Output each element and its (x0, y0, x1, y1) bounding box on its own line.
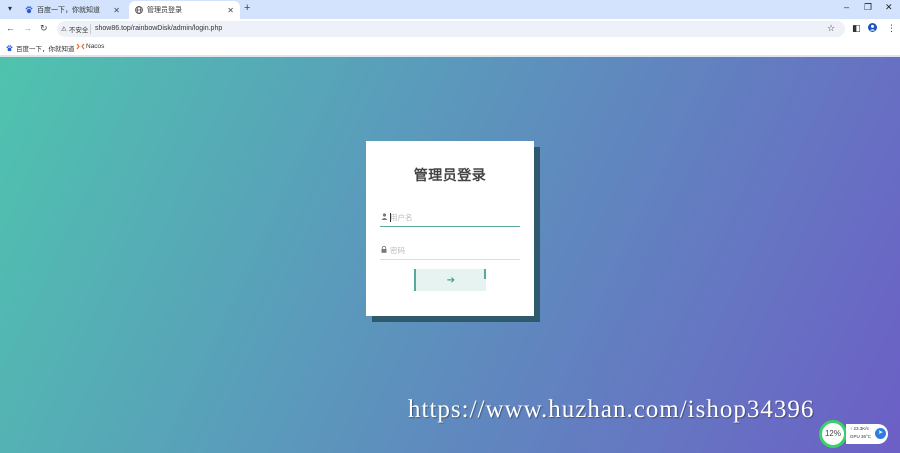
tab-admin-login[interactable]: 管理员登录 ✕ (129, 1, 240, 19)
baidu-paw-icon (6, 44, 13, 52)
restore-icon[interactable]: ❐ (864, 2, 872, 13)
warning-triangle-icon: ⚠ (61, 26, 67, 33)
user-icon (381, 213, 388, 222)
divider (90, 24, 91, 34)
security-indicator[interactable]: ⚠ 不安全 (61, 24, 88, 34)
bookmark-nacos[interactable]: Nacos (76, 43, 104, 50)
arrow-right-icon: ➔ (446, 274, 456, 286)
url-text[interactable]: show86.top/rainbowDisk/admin/login.php (95, 25, 222, 32)
nacos-logo-icon (76, 43, 85, 50)
menu-kebab-icon[interactable]: ⋮ (887, 23, 896, 34)
login-submit-button[interactable]: ➔ (414, 269, 486, 291)
close-window-icon[interactable]: ✕ (885, 2, 893, 13)
bookmarks-bar: 百度一下，你就知道 Nacos (0, 39, 900, 56)
close-icon[interactable]: ✕ (113, 6, 120, 15)
tab-search-button[interactable]: ▾ (4, 3, 16, 15)
minimize-icon[interactable]: – (844, 2, 849, 12)
username-input[interactable] (390, 210, 518, 225)
tab-title: 百度一下，你就知道 (37, 7, 100, 14)
reload-icon[interactable]: ↻ (40, 23, 48, 34)
page-background: 管理员登录 ➔ (0, 57, 900, 453)
monitor-panel[interactable]: ↑ 23.3K/s GPU 36°C ➤ (846, 424, 888, 444)
watermark-text: https://www.huzhan.com/ishop34396 (408, 396, 815, 423)
new-tab-button[interactable]: + (244, 2, 250, 14)
login-card: 管理员登录 ➔ (366, 141, 534, 316)
side-panel-icon[interactable]: ◧ (852, 23, 861, 34)
tab-baidu[interactable]: 百度一下，你就知道 ✕ (19, 1, 126, 19)
password-field (380, 242, 520, 260)
tab-title: 管理员登录 (147, 7, 182, 14)
network-speed: ↑ 23.3K/s (850, 426, 869, 431)
rocket-icon: ➤ (875, 428, 886, 439)
text-caret (390, 213, 391, 222)
security-label: 不安全 (68, 27, 89, 34)
baidu-paw-icon (25, 6, 33, 14)
bookmark-star-icon[interactable]: ☆ (827, 23, 835, 34)
back-arrow-icon[interactable]: ← (6, 23, 15, 33)
page-title: 管理员登录 (413, 167, 487, 183)
username-field (380, 209, 520, 227)
button-accent-bar (484, 269, 486, 279)
lock-icon (381, 245, 387, 255)
bookmark-label: 百度一下，你就知道 (16, 46, 75, 53)
bookmark-label: Nacos (86, 43, 105, 50)
gpu-temperature: GPU 36°C (850, 434, 872, 439)
browser-toolbar: ← → ↻ ⚠ 不安全 show86.top/rainbowDisk/admin… (0, 19, 900, 39)
forward-arrow-icon[interactable]: → (23, 23, 32, 33)
tab-strip: ▾ 百度一下，你就知道 ✕ 管理员登录 ✕ + – ❐ ✕ (0, 0, 900, 19)
address-bar[interactable]: ⚠ 不安全 show86.top/rainbowDisk/admin/login… (57, 21, 845, 37)
profile-avatar-icon[interactable] (868, 23, 877, 34)
cpu-usage-gauge[interactable]: 12% (819, 420, 847, 448)
globe-icon (135, 6, 143, 14)
password-input[interactable] (390, 243, 518, 258)
close-icon[interactable]: ✕ (227, 6, 234, 15)
bookmark-baidu[interactable]: 百度一下，你就知道 (6, 43, 75, 53)
